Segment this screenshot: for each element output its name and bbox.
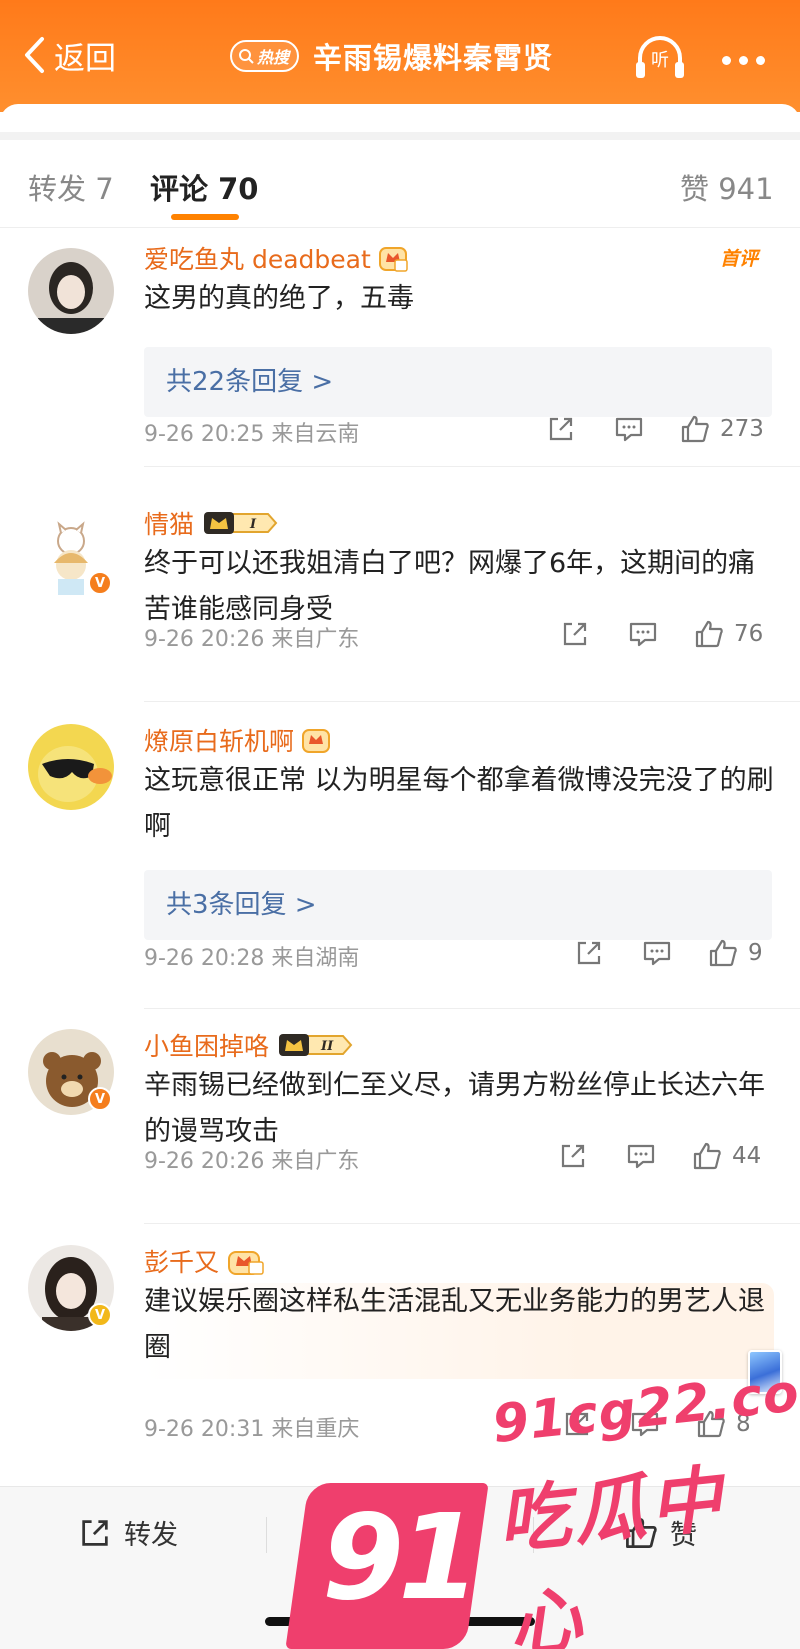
hot-badge-label: 热搜 <box>257 48 290 67</box>
username[interactable]: 燎原白斩机啊 <box>144 722 332 758</box>
username-text: 情猫 <box>144 510 195 539</box>
share-icon <box>577 941 601 965</box>
comment-actions: 44 <box>558 1141 761 1171</box>
divider <box>144 1223 800 1224</box>
like-button[interactable]: 273 <box>680 414 764 444</box>
listen-label: 听 <box>651 50 669 71</box>
avatar[interactable] <box>28 724 114 810</box>
watermark-text: 吃瓜中心 <box>493 1456 730 1649</box>
crown-icon <box>378 244 409 272</box>
vip-level-badge-icon: I <box>202 509 278 537</box>
page-title: 辛雨锡爆料秦霄贤 <box>313 41 554 75</box>
comment-icon <box>615 417 643 442</box>
bottom-repost-button[interactable]: 转发 <box>78 1513 178 1552</box>
username[interactable]: 情猫 I <box>144 505 278 541</box>
share-icon <box>82 1519 108 1546</box>
like-count: 9 <box>748 940 763 966</box>
back-button[interactable]: 返回 <box>22 30 116 80</box>
username-text: 彭千又 <box>144 1248 220 1277</box>
reply-button[interactable] <box>642 938 672 968</box>
replies-link[interactable]: 共22条回复 > <box>144 347 772 417</box>
comment-text: 这玩意很正常 以为明星每个都拿着微博没完没了的刷啊 <box>144 765 774 842</box>
reply-button[interactable] <box>628 619 658 649</box>
duck-avatar-icon <box>28 724 114 810</box>
share-button[interactable] <box>546 414 576 444</box>
chevron-left-icon <box>25 37 44 73</box>
tab-comments[interactable]: 评论 70 <box>150 166 258 208</box>
verified-badge-icon: V <box>88 571 112 595</box>
user-photo-icon <box>28 248 114 334</box>
active-tab-indicator <box>171 214 239 220</box>
share-icon <box>561 1144 585 1168</box>
listen-button[interactable]: 听 <box>632 32 688 82</box>
username-text: 小鱼困掉咯 <box>144 1032 270 1061</box>
comment-icon <box>627 1144 655 1169</box>
comment-meta: 9-26 20:28 来自湖南 <box>144 946 360 971</box>
like-count: 44 <box>732 1143 762 1169</box>
share-icon <box>549 417 573 441</box>
username[interactable]: 彭千又 <box>144 1243 265 1279</box>
more-options-icon[interactable] <box>722 50 774 65</box>
crown-icon <box>302 726 332 754</box>
replies-link[interactable]: 共3条回复 > <box>144 870 772 940</box>
avatar[interactable] <box>28 248 114 334</box>
hot-search-badge[interactable]: 热搜 <box>230 40 300 72</box>
comment-actions: 76 <box>560 619 763 649</box>
share-button[interactable] <box>558 1141 588 1171</box>
separator-strip <box>0 132 800 140</box>
divider <box>144 466 800 467</box>
tab-repost[interactable]: 转发 7 <box>28 166 114 208</box>
thumbs-up-icon <box>709 939 737 967</box>
share-icon <box>563 622 587 646</box>
like-button[interactable]: 9 <box>708 938 763 968</box>
divider <box>144 1008 800 1009</box>
search-icon <box>239 49 254 64</box>
verified-badge-icon: V <box>88 1303 112 1327</box>
bottom-repost-label: 转发 <box>124 1520 178 1551</box>
comment-meta: 9-26 20:26 来自广东 <box>144 1149 360 1174</box>
divider <box>144 701 800 702</box>
comment-meta: 9-26 20:31 来自重庆 <box>144 1417 360 1442</box>
vip-level-badge-icon: II <box>277 1031 353 1059</box>
like-count: 76 <box>734 621 764 647</box>
comment-icon <box>643 941 671 966</box>
like-count: 273 <box>720 416 764 442</box>
divider <box>266 1517 267 1553</box>
username-text: 爱吃鱼丸 deadbeat <box>144 245 371 274</box>
like-button[interactable]: 76 <box>694 619 763 649</box>
title-area: 热搜 辛雨锡爆料秦霄贤 <box>230 36 553 76</box>
thumbs-up-icon <box>681 415 709 443</box>
comment-text: 这男的真的绝了，五毒 <box>144 283 414 314</box>
first-comment-badge: 首评 <box>720 248 759 270</box>
verified-badge-icon: V <box>88 1087 112 1111</box>
back-label: 返回 <box>54 40 116 77</box>
comment-actions: 273 <box>546 414 764 444</box>
username[interactable]: 小鱼困掉咯 II <box>144 1027 353 1063</box>
comment-actions: 9 <box>574 938 763 968</box>
top-bar: 返回 热搜 辛雨锡爆料秦霄贤 听 <box>0 0 800 112</box>
level-text: I <box>249 517 257 532</box>
share-button[interactable] <box>574 938 604 968</box>
watermark-number: 91 <box>322 1488 480 1626</box>
reply-button[interactable] <box>614 414 644 444</box>
crown-icon <box>227 1246 265 1276</box>
username[interactable]: 爱吃鱼丸 deadbeat <box>144 240 409 276</box>
tab-likes[interactable]: 赞 941 <box>680 166 774 208</box>
like-button[interactable]: 44 <box>692 1141 761 1171</box>
username-text: 燎原白斩机啊 <box>144 727 295 756</box>
comment-text: 建议娱乐圈这样私生活混乱又无业务能力的男艺人退圈 <box>144 1286 765 1363</box>
reply-button[interactable] <box>626 1141 656 1171</box>
comment-meta: 9-26 20:26 来自广东 <box>144 627 360 652</box>
comment-tabs: 转发 7 评论 70 赞 941 <box>0 160 800 228</box>
thumbs-up-icon <box>693 1142 721 1170</box>
share-button[interactable] <box>560 619 590 649</box>
thumbs-up-icon <box>695 620 723 648</box>
level-text: II <box>320 1039 334 1054</box>
comment-meta: 9-26 20:25 来自云南 <box>144 422 360 447</box>
comment-icon <box>629 622 657 647</box>
